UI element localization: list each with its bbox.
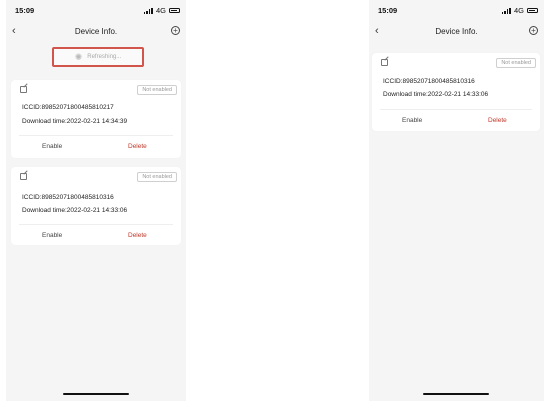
page-title: Device Info. [435,27,478,36]
add-device-icon[interactable]: + [171,26,180,35]
status-time: 15:09 [15,6,35,15]
status-time: 15:09 [378,6,398,15]
download-time-text: Download time:2022-02-21 14:33:06 [22,207,128,214]
status-badge: Not enabled [137,85,177,95]
network-label: 4G [513,6,524,15]
divider [19,224,173,225]
home-indicator [423,393,489,395]
status-badge: Not enabled [496,58,536,68]
download-time-text: Download time:2022-02-21 14:34:39 [22,118,128,125]
delete-button[interactable]: Delete [128,232,147,239]
divider [380,109,532,110]
enable-button[interactable]: Enable [402,117,422,124]
enable-button[interactable]: Enable [42,232,62,239]
battery-icon [527,8,538,13]
device-card: Not enabled ICCID:89852071800485810316 D… [372,53,540,131]
refresh-indicator: ✺ Refreshing... [52,47,144,67]
download-time-text: Download time:2022-02-21 14:33:06 [383,91,489,98]
home-indicator [63,393,129,395]
status-badge: Not enabled [137,172,177,182]
status-bar: 15:09 4G [369,6,544,16]
refresh-text: Refreshing... [87,54,122,60]
edit-icon[interactable] [20,86,27,93]
device-card: Not enabled ICCID:89852071800485810217 D… [11,80,181,158]
edit-icon[interactable] [20,173,27,180]
signal-icon [501,7,511,14]
iccid-text: ICCID:89852071800485810217 [22,104,114,111]
divider [19,135,173,136]
edit-icon[interactable] [381,59,388,66]
delete-button[interactable]: Delete [488,117,507,124]
nav-bar: ‹ Device Info. + [369,24,544,40]
iccid-text: ICCID:89852071800485810316 [22,194,114,201]
status-network: 4G [143,6,180,15]
network-label: 4G [155,6,166,15]
device-card: Not enabled ICCID:89852071800485810316 D… [11,167,181,245]
iccid-text: ICCID:89852071800485810316 [383,78,475,85]
right-phone-screen: 15:09 4G ‹ Device Info. + Not enabled IC… [369,0,544,401]
add-device-icon[interactable]: + [529,26,538,35]
delete-button[interactable]: Delete [128,143,147,150]
status-bar: 15:09 4G [6,6,186,16]
enable-button[interactable]: Enable [42,143,62,150]
battery-icon [169,8,180,13]
page-title: Device Info. [74,27,118,36]
left-phone-screen: 15:09 4G ‹ Device Info. + ✺ Refreshing..… [6,0,186,401]
signal-icon [143,7,153,14]
status-network: 4G [501,6,538,15]
nav-bar: ‹ Device Info. + [6,24,186,40]
spinner-icon: ✺ [74,51,83,62]
